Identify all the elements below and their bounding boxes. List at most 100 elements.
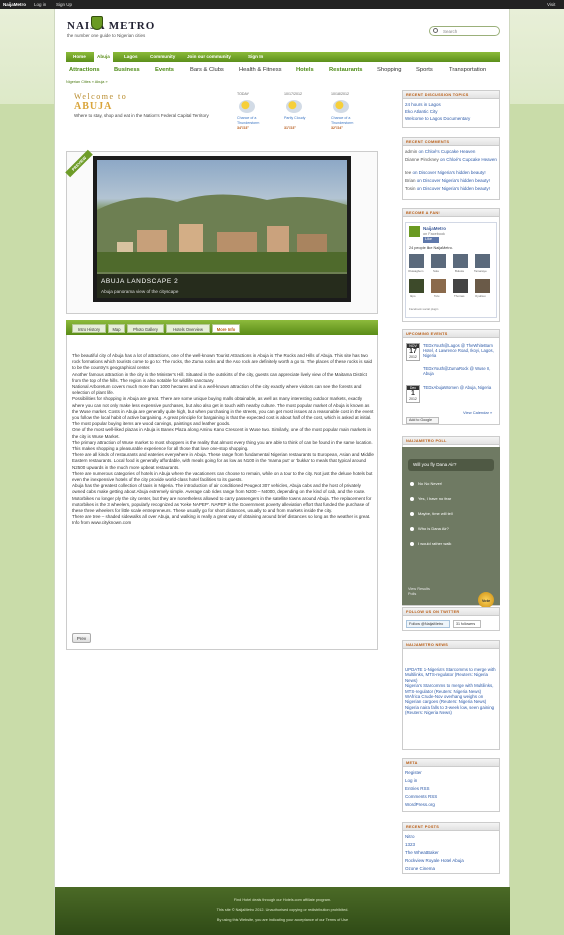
news-link[interactable]: WAfrica Crude-Nov overhang weighs on Nig…: [405, 694, 497, 705]
login-link[interactable]: Log in: [34, 2, 46, 7]
meta-link[interactable]: Register: [405, 770, 422, 775]
news-link[interactable]: UPDATE 1-Nigeria's Starcomms to merge wi…: [405, 667, 497, 683]
footer-terms[interactable]: By using this Website, you are indicatin…: [55, 918, 510, 922]
fan-avatar[interactable]: [475, 254, 490, 268]
meta-link[interactable]: Comments RSS: [405, 794, 437, 799]
radio-icon[interactable]: [410, 496, 414, 501]
nav-signin[interactable]: Sign In: [248, 54, 263, 59]
comment-author[interactable]: Brian: [405, 178, 416, 183]
cat-sports[interactable]: Sports: [416, 67, 433, 73]
poll-option[interactable]: I would rather walk: [408, 541, 494, 546]
article-paragraph: The primary attraction of Wuse market to…: [72, 439, 373, 452]
cat-business[interactable]: Business: [114, 67, 140, 73]
post-link[interactable]: 1323: [405, 842, 415, 847]
article-paragraph: There are numerous categories of hotels …: [72, 470, 373, 483]
news-link[interactable]: Nigeria's Starcomms to merge with Multil…: [405, 683, 497, 694]
radio-icon[interactable]: [410, 511, 414, 516]
fan-avatar[interactable]: [475, 279, 490, 293]
fan-avatar[interactable]: [453, 279, 468, 293]
event-link[interactable]: TEDxYouth@ZumaRock @ Wuse II, Abuja: [423, 366, 497, 376]
comment-post[interactable]: Chloé's Cupcake Heaven: [446, 157, 497, 162]
nav-join[interactable]: Join our community: [187, 54, 231, 59]
fan-name: Oluwagbem: [408, 269, 424, 273]
fb-page-name[interactable]: NaijaMetro: [423, 226, 446, 231]
event-link[interactable]: TEDxAbujaWomen @ Abuja, Nigeria: [423, 385, 497, 390]
breadcrumb[interactable]: Nigerian Cities » Abuja »: [66, 80, 108, 84]
fb-plugin-label[interactable]: Facebook social plugin: [409, 307, 438, 311]
slideshow[interactable]: ABUJA LANDSCAPE 2 Abuja panorama view of…: [93, 156, 351, 302]
nav-abuja[interactable]: Abuja: [94, 52, 113, 62]
comment-author[interactable]: Tosin: [405, 186, 416, 191]
cat-events[interactable]: Events: [155, 67, 174, 73]
nav-lagos[interactable]: Lagos: [124, 54, 138, 59]
site-logo[interactable]: NAIJA METRO: [67, 20, 155, 32]
discussion-link[interactable]: Welcome to Lagos Documentary: [405, 116, 470, 121]
fan-name: Ikpo: [410, 294, 416, 298]
post-link[interactable]: The WheatBaker: [405, 850, 439, 855]
meta-link[interactable]: Log in: [405, 778, 417, 783]
event-link[interactable]: TEDxYouth@Lagos @ TheWhiteBarn Hotel, 4 …: [423, 343, 497, 358]
weather-date: 10/18/2012: [331, 92, 349, 96]
meta-link[interactable]: Entries RSS: [405, 786, 430, 791]
tab-more-info[interactable]: More Info: [212, 324, 240, 333]
news-link[interactable]: Nigeria naira falls to 3-week low, seen …: [405, 705, 497, 716]
poll-option[interactable]: No No Never!: [408, 481, 494, 486]
cat-transportation[interactable]: Transportation: [449, 67, 486, 73]
cat-shopping[interactable]: Shopping: [377, 67, 402, 73]
discussion-link[interactable]: Eko Atlantic City: [405, 109, 438, 114]
add-to-google-button[interactable]: Add to Google: [406, 417, 439, 424]
fan-avatar[interactable]: [431, 279, 446, 293]
nav-home[interactable]: Home: [73, 54, 86, 59]
weather-condition: Partly Cloudy: [284, 116, 306, 120]
cat-hotels[interactable]: Hotels: [296, 67, 314, 73]
tab-intro-history[interactable]: Intro History: [72, 324, 106, 333]
slideshow-image[interactable]: ABUJA LANDSCAPE 2 Abuja panorama view of…: [97, 160, 347, 298]
search-input[interactable]: Search: [429, 26, 500, 36]
comment-post[interactable]: Discover Nigeria's hidden beauty!: [423, 178, 490, 183]
vote-button[interactable]: Vote: [478, 592, 494, 608]
topbar-brand[interactable]: NaijaMetro: [3, 2, 26, 7]
poll-option[interactable]: Who is Dana Air?: [408, 526, 494, 531]
radio-icon[interactable]: [410, 541, 414, 546]
cat-restaurants[interactable]: Restaurants: [329, 67, 363, 73]
footer-affiliate[interactable]: Find Hotel deals through our Hotels.com …: [55, 898, 510, 902]
signup-link[interactable]: Sign Up: [56, 2, 72, 7]
post-link[interactable]: Rockview Royale Hotel Abuja: [405, 858, 464, 863]
comment-author[interactable]: admin: [405, 149, 417, 154]
post-link[interactable]: Ozone Cinema: [405, 866, 435, 871]
visit-menu[interactable]: Visit: [547, 2, 555, 7]
comment-post[interactable]: Chloé's Cupcake Heaven: [425, 149, 476, 154]
post-link[interactable]: Nitro: [405, 834, 415, 839]
fan-name: Sola: [433, 269, 439, 273]
poll-option[interactable]: Maybe, time will tell: [408, 511, 494, 516]
article-source[interactable]: Info from www.cityknown.com: [72, 520, 374, 526]
article-paragraph: There are all kinds of restaurants and e…: [72, 452, 374, 470]
fan-avatar[interactable]: [453, 254, 468, 268]
tab-hotels-overview[interactable]: Hotels Overview: [166, 324, 210, 333]
nav-community[interactable]: Community: [150, 54, 175, 59]
like-button[interactable]: Like: [423, 237, 439, 243]
twitter-follow-button[interactable]: Follow @NaijaMetro: [406, 620, 450, 628]
fan-avatar[interactable]: [409, 254, 424, 268]
fan-avatar[interactable]: [431, 254, 446, 268]
fan-avatar[interactable]: [409, 279, 424, 293]
prev-button[interactable]: Prev: [72, 633, 91, 643]
meta-link[interactable]: WordPress.org: [405, 802, 435, 807]
view-calendar-link[interactable]: View Calendar »: [463, 410, 492, 415]
option-label: Yes, I have no fear: [418, 496, 452, 501]
cat-bars[interactable]: Bars & Clubs: [190, 67, 224, 73]
poll-option[interactable]: Yes, I have no fear: [408, 496, 494, 501]
comment-author[interactable]: tee: [405, 170, 411, 175]
comment-post[interactable]: Discover Nigeria's hidden beauty!: [423, 186, 490, 191]
weather-temp: 31°/23°: [284, 126, 296, 130]
radio-icon[interactable]: [410, 526, 414, 531]
comment-author[interactable]: Dianne Pinckney: [405, 157, 439, 162]
tab-map[interactable]: Map: [108, 324, 125, 333]
cat-attractions[interactable]: Attractions: [69, 67, 100, 73]
comment-post[interactable]: Discover Nigeria's hidden beauty!: [419, 170, 486, 175]
discussion-link[interactable]: 24 hours in Lagos: [405, 102, 441, 107]
cat-health[interactable]: Health & Fitness: [239, 67, 282, 73]
radio-icon[interactable]: [410, 481, 414, 486]
polls-link[interactable]: Polls: [408, 592, 430, 597]
tab-photo-gallery[interactable]: Photo Gallery: [127, 324, 164, 333]
